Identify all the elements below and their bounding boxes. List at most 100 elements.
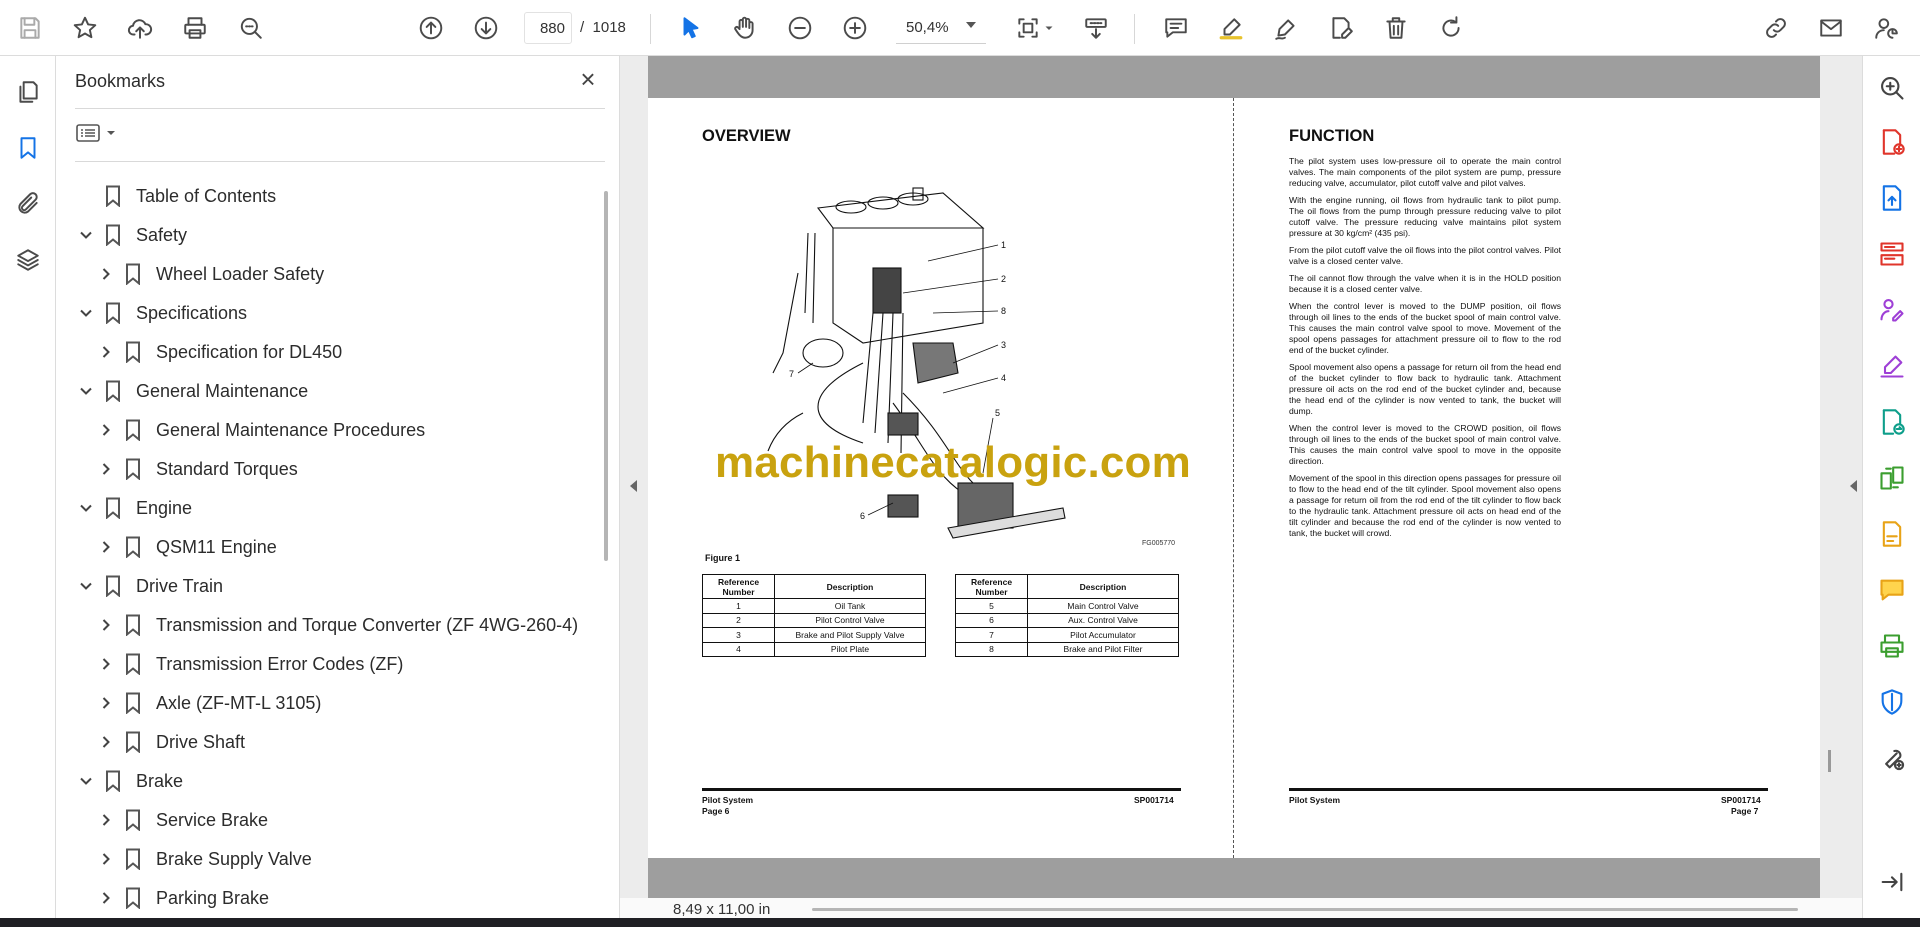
expand-rail-icon[interactable]: [1874, 864, 1910, 900]
bookmark-item[interactable]: Drive Shaft: [96, 724, 245, 760]
compare-files-icon[interactable]: [1874, 460, 1910, 496]
save-icon[interactable]: [12, 10, 48, 46]
bookmarks-scrollbar[interactable]: [604, 191, 608, 561]
page-fit-icon[interactable]: [1010, 10, 1046, 46]
chevron-down-icon[interactable]: [76, 225, 96, 245]
zoom-in-icon[interactable]: [837, 10, 873, 46]
document-scrollbar[interactable]: [1828, 750, 1831, 772]
close-panel-icon[interactable]: ×: [575, 64, 601, 94]
edit-pdf-icon[interactable]: [1874, 516, 1910, 552]
request-signature-icon[interactable]: [1874, 292, 1910, 328]
bookmark-item[interactable]: Standard Torques: [96, 451, 298, 487]
footer-page: Page 7: [1731, 806, 1759, 816]
cloud-upload-icon[interactable]: [122, 10, 158, 46]
chevron-down-icon[interactable]: [76, 771, 96, 791]
bookmark-item[interactable]: Parking Brake: [96, 880, 269, 916]
bookmark-item[interactable]: Specifications: [76, 295, 247, 331]
page-thumbnails-icon[interactable]: [10, 74, 46, 110]
chevron-down-icon[interactable]: [76, 303, 96, 323]
chevron-right-icon[interactable]: [96, 342, 116, 362]
bookmark-item[interactable]: Engine: [76, 490, 192, 526]
chevron-right-icon[interactable]: [96, 654, 116, 674]
bookmark-item[interactable]: Table of Contents: [76, 178, 276, 214]
protect-icon[interactable]: [1874, 684, 1910, 720]
bookmark-item[interactable]: Specification for DL450: [96, 334, 342, 370]
chevron-right-icon[interactable]: [96, 693, 116, 713]
chevron-right-icon[interactable]: [96, 615, 116, 635]
chevron-right-icon[interactable]: [96, 264, 116, 284]
table-row: 1 Oil Tank: [702, 598, 926, 614]
collapse-left-panel-icon[interactable]: [630, 480, 637, 492]
bookmark-options-button[interactable]: [76, 118, 122, 148]
bookmark-item[interactable]: Drive Train: [76, 568, 223, 604]
email-icon[interactable]: [1813, 10, 1849, 46]
chevron-down-icon[interactable]: [76, 498, 96, 518]
footer-code: SP001714: [1134, 795, 1174, 805]
zoom-out-icon[interactable]: [782, 10, 818, 46]
ref-cell: 5: [955, 598, 1028, 614]
chevron-right-icon[interactable]: [96, 420, 116, 440]
hand-tool-icon[interactable]: [727, 10, 763, 46]
bookmark-item[interactable]: QSM11 Engine: [96, 529, 277, 565]
bookmark-item[interactable]: Transmission and Torque Converter (ZF 4W…: [96, 607, 578, 643]
callout-6: 6: [860, 511, 865, 521]
chevron-right-icon[interactable]: [96, 849, 116, 869]
send-for-review-icon[interactable]: [1874, 404, 1910, 440]
layers-icon[interactable]: [10, 242, 46, 278]
page-fit-caret-icon[interactable]: [1042, 10, 1056, 46]
fill-sign-icon[interactable]: [1874, 348, 1910, 384]
chevron-right-icon[interactable]: [96, 810, 116, 830]
draw-icon[interactable]: [1268, 10, 1304, 46]
chevron-right-icon[interactable]: [96, 888, 116, 908]
export-pdf-icon[interactable]: [1874, 180, 1910, 216]
page-size-label: 8,49 x 11,00 in: [673, 901, 771, 918]
bookmark-item[interactable]: Brake: [76, 763, 183, 799]
ref-cell: 8: [955, 641, 1028, 657]
comment-icon[interactable]: [1158, 10, 1194, 46]
print-icon[interactable]: [177, 10, 213, 46]
star-icon[interactable]: [67, 10, 103, 46]
bookmark-item[interactable]: General Maintenance Procedures: [96, 412, 425, 448]
chevron-right-icon[interactable]: [96, 537, 116, 557]
share-link-icon[interactable]: [1758, 10, 1794, 46]
highlight-icon[interactable]: [1213, 10, 1249, 46]
page-number-input[interactable]: 880: [524, 12, 572, 44]
scroll-mode-icon[interactable]: [1078, 10, 1114, 46]
select-tool-icon[interactable]: [673, 10, 709, 46]
zoom-level-select[interactable]: 50,4%: [896, 12, 986, 44]
edit-text-icon[interactable]: [1323, 10, 1359, 46]
bookmark-item[interactable]: General Maintenance: [76, 373, 308, 409]
horizontal-scrollbar[interactable]: [812, 908, 1798, 911]
panel-divider: [75, 108, 605, 109]
next-page-icon[interactable]: [468, 10, 504, 46]
comment-tool-icon[interactable]: [1874, 572, 1910, 608]
create-pdf-icon[interactable]: [1874, 124, 1910, 160]
account-icon[interactable]: [1868, 10, 1904, 46]
bookmark-item[interactable]: Service Brake: [96, 802, 268, 838]
previous-page-icon[interactable]: [413, 10, 449, 46]
find-icon[interactable]: [233, 10, 269, 46]
attachments-icon[interactable]: [10, 186, 46, 222]
bookmark-item[interactable]: Safety: [76, 217, 187, 253]
bookmark-label: Transmission and Torque Converter (ZF 4W…: [156, 614, 579, 635]
bookmark-item[interactable]: Wheel Loader Safety: [96, 256, 324, 292]
print-production-icon[interactable]: [1874, 628, 1910, 664]
more-tools-icon[interactable]: [1874, 740, 1910, 776]
bookmarks-icon[interactable]: [10, 130, 46, 166]
chevron-right-icon[interactable]: [96, 732, 116, 752]
zoom-dropdown-caret-icon[interactable]: [966, 22, 976, 28]
panel-divider: [75, 161, 605, 162]
bookmark-item[interactable]: Transmission Error Codes (ZF): [96, 646, 403, 682]
collapse-right-panel-icon[interactable]: [1850, 480, 1857, 492]
chevron-right-icon[interactable]: [96, 459, 116, 479]
ref-cell: 1: [702, 598, 775, 614]
search-tools-icon[interactable]: [1874, 70, 1910, 106]
bookmark-item[interactable]: Axle (ZF-MT-L 3105): [96, 685, 321, 721]
delete-icon[interactable]: [1378, 10, 1414, 46]
rotate-icon[interactable]: [1433, 10, 1469, 46]
bookmark-item[interactable]: Brake Supply Valve: [96, 841, 312, 877]
paragraph: When the control lever is moved to the D…: [1289, 301, 1561, 355]
chevron-down-icon[interactable]: [76, 576, 96, 596]
organize-pages-icon[interactable]: [1874, 236, 1910, 272]
chevron-down-icon[interactable]: [76, 381, 96, 401]
